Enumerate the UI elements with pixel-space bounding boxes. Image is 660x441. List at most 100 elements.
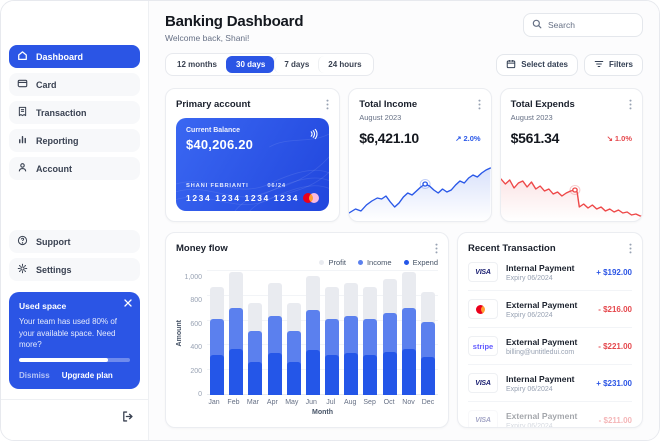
money-flow-column[interactable]	[306, 271, 320, 395]
money-flow-column[interactable]	[210, 271, 224, 395]
balance-amount: $40,206.20	[186, 137, 319, 152]
transaction-subtitle: Expiry 06/2024	[506, 423, 577, 428]
money-flow-column[interactable]	[402, 271, 416, 395]
sidebar-item-transaction[interactable]: Transaction	[9, 101, 140, 124]
main-content: Banking Dashboard Welcome back, Shani! 1…	[149, 1, 659, 440]
time-range-segmented-control: 12 months 30 days 7 days 24 hours	[165, 53, 374, 76]
legend-dot	[358, 260, 363, 265]
transaction-row[interactable]: External Payment Expiry 06/2024 - $216.0…	[468, 291, 632, 328]
bar-chart-icon	[17, 134, 28, 147]
card-holder: SHANI FEBRIANTI	[186, 183, 249, 189]
x-axis-ticks: JanFebMarAprMayJunJulAugSepOctNovDec	[183, 395, 438, 406]
transaction-subtitle: billing@untitledui.com	[506, 349, 577, 356]
select-dates-button[interactable]: Select dates	[496, 54, 578, 76]
tab-24-hours[interactable]: 24 hours	[318, 56, 370, 73]
calendar-icon	[506, 59, 516, 71]
used-space-message: Your team has used 80% of your available…	[19, 316, 130, 350]
tab-30-days[interactable]: 30 days	[226, 56, 274, 73]
money-flow-column[interactable]	[325, 271, 339, 395]
legend-item: Income	[358, 258, 392, 267]
transaction-row[interactable]: VISA Internal Payment Expiry 06/2024 + $…	[468, 254, 632, 291]
x-axis-title: Month	[183, 406, 438, 417]
kebab-menu-icon[interactable]	[629, 99, 632, 110]
sidebar-item-support[interactable]: Support	[9, 230, 140, 253]
y-tick-label: 0	[198, 391, 202, 398]
filters-button[interactable]: Filters	[584, 54, 643, 76]
transaction-row[interactable]: VISA External Payment Expiry 06/2024 - $…	[468, 402, 632, 427]
card-title: Money flow	[176, 243, 228, 254]
x-tick-label: Dec	[421, 399, 435, 406]
transaction-title: Internal Payment	[506, 263, 575, 273]
visa-logo: VISA	[468, 373, 498, 393]
money-flow-column[interactable]	[268, 271, 282, 395]
card-title: Total Expends	[511, 99, 575, 110]
money-flow-column[interactable]	[248, 271, 262, 395]
income-amount: $6,421.10	[359, 130, 419, 146]
money-flow-column[interactable]	[383, 271, 397, 395]
primary-account-card: Primary account	[165, 88, 340, 222]
stat-period: August 2023	[359, 113, 480, 122]
mastercard-logo	[468, 299, 498, 319]
x-tick-label: Aug	[343, 399, 357, 406]
transaction-row[interactable]: VISA Internal Payment Expiry 06/2024 + $…	[468, 365, 632, 402]
money-flow-column[interactable]	[421, 271, 435, 395]
income-sparkline	[349, 165, 490, 221]
money-flow-plot	[207, 271, 438, 395]
contactless-icon	[307, 127, 319, 145]
close-icon[interactable]	[124, 299, 132, 307]
kebab-menu-icon[interactable]	[478, 99, 481, 110]
sidebar-item-card[interactable]: Card	[9, 73, 140, 96]
y-tick-label: 600	[190, 321, 202, 328]
y-tick-label: 400	[190, 344, 202, 351]
sidebar-item-reporting[interactable]: Reporting	[9, 129, 140, 152]
kebab-menu-icon[interactable]	[629, 243, 632, 254]
kebab-menu-icon[interactable]	[435, 243, 438, 254]
transaction-amount: + $192.00	[596, 268, 632, 277]
stat-period: August 2023	[511, 113, 632, 122]
bar-expend	[306, 350, 320, 395]
search-box[interactable]	[523, 13, 643, 37]
x-tick-label: Feb	[226, 399, 240, 406]
receipt-icon	[17, 106, 28, 119]
income-change-badge: ↗2.0%	[455, 134, 480, 143]
money-flow-column[interactable]	[344, 271, 358, 395]
money-flow-column[interactable]	[363, 271, 377, 395]
x-tick-label: Mar	[246, 399, 260, 406]
bar-expend	[248, 362, 262, 395]
logout-icon[interactable]	[121, 410, 134, 428]
credit-card-icon	[17, 78, 28, 91]
search-input[interactable]	[548, 20, 634, 30]
sidebar-item-label: Account	[36, 164, 72, 174]
legend-item: Profit	[319, 258, 346, 267]
transaction-row[interactable]: stripe External Payment billing@untitled…	[468, 328, 632, 365]
dismiss-button[interactable]: Dismiss	[19, 371, 50, 380]
used-space-progress-fill	[19, 358, 108, 362]
sidebar-item-dashboard[interactable]: Dashboard	[9, 45, 140, 68]
tab-7-days[interactable]: 7 days	[274, 56, 318, 73]
tab-12-months[interactable]: 12 months	[168, 56, 226, 73]
logo-space	[9, 9, 140, 45]
x-tick-label: Jun	[304, 399, 318, 406]
gear-icon	[17, 263, 28, 276]
x-tick-label: Nov	[402, 399, 416, 406]
upgrade-plan-button[interactable]: Upgrade plan	[62, 371, 113, 380]
kebab-menu-icon[interactable]	[326, 99, 329, 110]
x-tick-label: Apr	[265, 399, 279, 406]
sidebar-item-account[interactable]: Account	[9, 157, 140, 180]
x-tick-label: Oct	[382, 399, 396, 406]
sidebar-item-label: Transaction	[36, 108, 87, 118]
money-flow-column[interactable]	[287, 271, 301, 395]
card-title: Primary account	[176, 99, 250, 110]
transaction-title: Internal Payment	[506, 374, 575, 384]
bar-expend	[287, 362, 301, 395]
card-number: 1234 1234 1234 1234	[186, 193, 319, 203]
card-expiry: 06/24	[267, 183, 286, 189]
sidebar-item-settings[interactable]: Settings	[9, 258, 140, 281]
legend-dot	[319, 260, 324, 265]
bar-expend	[421, 357, 435, 395]
transaction-title: External Payment	[506, 411, 577, 421]
help-icon	[17, 235, 28, 248]
y-tick-label: 1,000	[184, 274, 202, 281]
money-flow-column[interactable]	[229, 271, 243, 395]
card-title: Recent Transaction	[468, 243, 556, 254]
